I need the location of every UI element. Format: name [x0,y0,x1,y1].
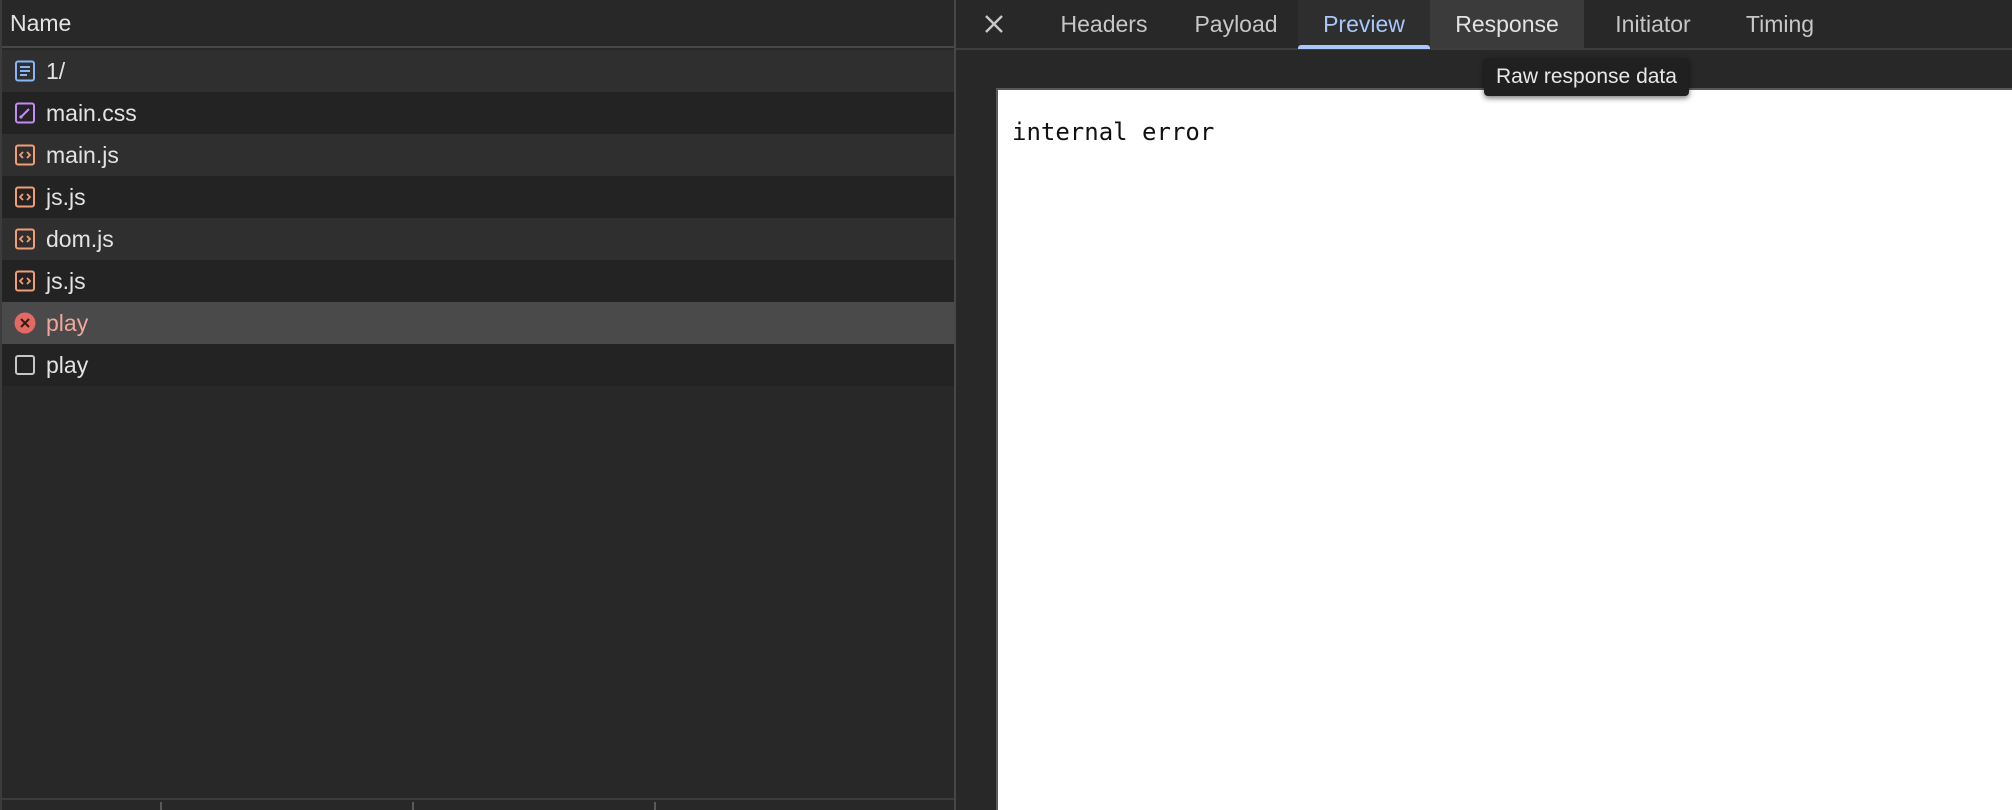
close-icon[interactable] [978,8,1010,40]
script-icon [15,144,35,166]
request-row[interactable]: js.js [2,176,954,218]
request-row[interactable]: 1/ [2,50,954,92]
request-row-selected[interactable]: play [2,302,954,344]
status-separator [160,802,162,810]
request-list-header: Name [2,0,954,48]
request-list-panel: Name 1/ main.css main.js js.js dom.js js… [0,0,954,810]
tab-response[interactable]: Response [1430,0,1584,48]
preview-body-text: internal error [1012,118,1215,146]
script-icon [15,228,35,250]
request-name: play [46,352,89,378]
request-name: play [46,310,89,336]
tab-timing[interactable]: Timing [1724,0,1836,48]
script-icon [15,186,35,208]
response-preview: internal error [996,88,2012,810]
request-name: main.css [46,100,137,126]
devtools-network-panel: Name 1/ main.css main.js js.js dom.js js… [0,0,2012,810]
document-icon [15,60,35,82]
request-name: js.js [46,268,86,294]
status-separator [412,802,414,810]
request-row[interactable]: main.js [2,134,954,176]
tab-initiator[interactable]: Initiator [1586,0,1720,48]
request-details-panel: Headers Payload Preview Response Initiat… [956,0,2012,810]
script-icon [15,270,35,292]
request-row[interactable]: js.js [2,260,954,302]
request-name: 1/ [46,58,66,84]
request-name: dom.js [46,226,114,252]
request-row[interactable]: main.css [2,92,954,134]
tab-headers[interactable]: Headers [1042,0,1166,48]
tab-preview[interactable]: Preview [1298,0,1430,49]
column-header-name[interactable]: Name [10,10,71,37]
details-tabbar: Headers Payload Preview Response Initiat… [956,0,2012,50]
request-row[interactable]: dom.js [2,218,954,260]
error-circle-icon [14,312,36,334]
status-separator [654,802,656,810]
request-row[interactable]: play [2,344,954,386]
request-name: js.js [46,184,86,210]
request-name: main.js [46,142,119,168]
stylesheet-icon [15,102,35,124]
status-bar [2,798,954,810]
blank-file-icon [15,355,35,375]
request-rows: 1/ main.css main.js js.js dom.js js.js p… [2,50,954,386]
tab-payload[interactable]: Payload [1174,0,1298,48]
tooltip: Raw response data [1484,58,1689,96]
